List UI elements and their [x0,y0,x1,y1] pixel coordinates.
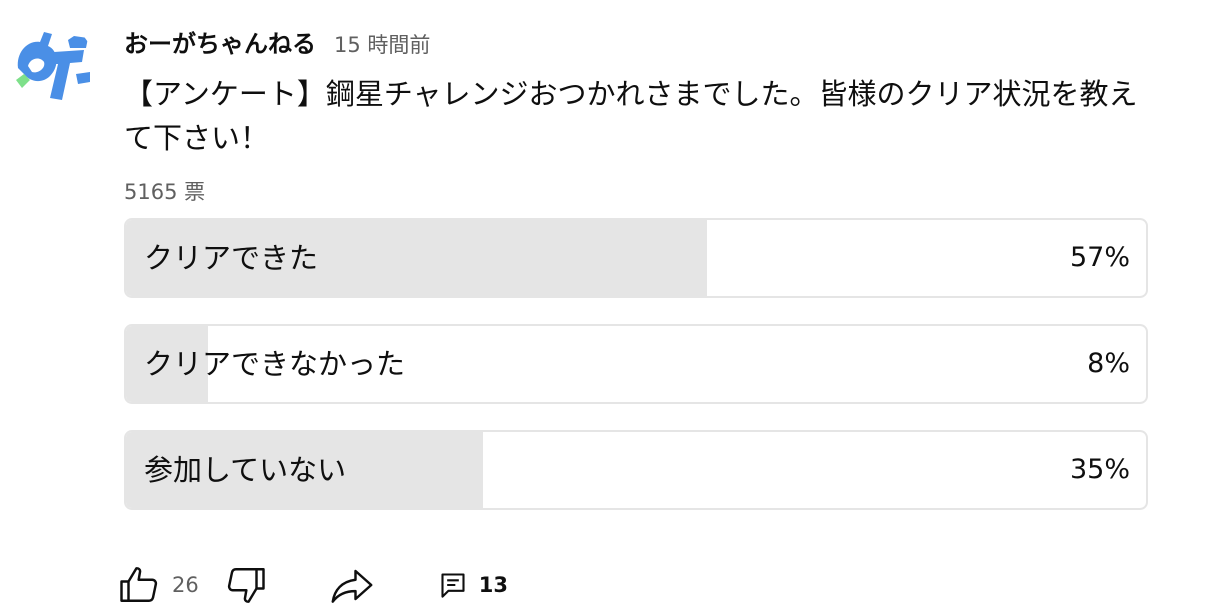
comments-button[interactable]: 13 [439,571,508,599]
thumb-down-icon [227,568,265,603]
share-icon [331,569,373,603]
post-header: おーがちゃんねる 15 時間前 [124,24,1148,60]
poll-option-percent: 57% [1069,242,1130,273]
poll-vote-count: 5165 票 [124,180,206,204]
poll-option-percent: 8% [1087,348,1130,379]
share-button[interactable] [329,564,375,606]
poll-option-percent: 35% [1069,454,1130,485]
channel-avatar[interactable] [10,22,94,106]
like-button[interactable]: 26 [118,564,199,606]
poll-option-label: クリアできた [144,241,319,275]
poll-option-not-cleared[interactable]: クリアできなかった 8% [124,324,1148,404]
poll-option-cleared[interactable]: クリアできた 57% [124,218,1148,298]
poll-option-label: 参加していない [144,453,347,487]
comment-count: 13 [478,573,508,597]
dislike-button[interactable] [225,564,267,606]
avatar-logo-icon [10,22,94,106]
poll-option-not-participating[interactable]: 参加していない 35% [124,430,1148,510]
thumb-up-icon [120,567,158,602]
post-timestamp[interactable]: 15 時間前 [334,29,430,59]
post-body-text: 【アンケート】鋼星チャレンジおつかれさまでした。皆様のクリア状況を教えて下さい！ [124,77,1138,155]
poll-option-label: クリアできなかった [144,347,406,381]
community-post: おーがちゃんねる 15 時間前 【アンケート】鋼星チャレンジおつかれさまでした。… [124,24,1148,536]
comment-icon [441,573,465,598]
poll: クリアできた 57% クリアできなかった 8% 参加していない 35% [124,218,1148,510]
post-action-bar: 26 13 [118,560,508,610]
like-count: 26 [172,573,199,597]
channel-name-link[interactable]: おーがちゃんねる [124,24,316,59]
